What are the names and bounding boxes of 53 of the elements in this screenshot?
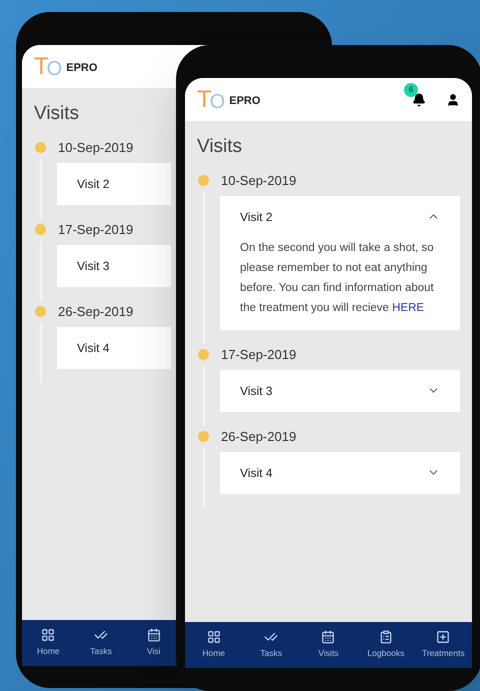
clipboard-icon [378, 630, 393, 644]
visit-date: 17-Sep-2019 [58, 220, 134, 239]
visit-card[interactable]: Visit 2 [57, 162, 171, 204]
nav-label: Tasks [260, 647, 282, 660]
calendar-icon [146, 628, 161, 642]
here-link[interactable]: HERE [392, 302, 424, 314]
notification-badge: 6 [404, 82, 418, 96]
visit-date: 26-Sep-2019 [221, 428, 296, 446]
page-title: Visits [197, 135, 242, 159]
nav-item[interactable]: Tasks [74, 620, 128, 666]
visit-title: Visit 3 [240, 382, 272, 400]
visit-title: Visit 2 [77, 176, 110, 192]
logo-letter: O [210, 92, 226, 112]
nav-label: Visi [146, 645, 160, 658]
nav-label: Treatments [422, 647, 465, 660]
nav-label: Logbooks [367, 647, 404, 660]
visit-card[interactable]: Visit 4 [220, 452, 460, 494]
nav-item[interactable]: Visits [300, 622, 358, 668]
visit-description: On the second you will take a shot, so please remember to not eat anything before. You can find information about the treatment you will recieve HERE [240, 240, 435, 316]
nav-label: Home [36, 645, 60, 658]
grid-icon [206, 630, 221, 644]
logo-letter: O [46, 58, 62, 78]
logo-letter: T [197, 88, 212, 112]
calendar-icon [321, 630, 336, 644]
page-title: Visits [34, 102, 80, 126]
nav-label: Visits [318, 647, 339, 660]
plus-square-icon [436, 630, 450, 644]
logo-letter: T [34, 54, 49, 78]
app-name: EPRO [229, 94, 260, 109]
visit-date: 26-Sep-2019 [58, 302, 134, 321]
nav-item[interactable]: Tasks [242, 622, 300, 668]
visit-title: Visit 3 [77, 258, 110, 274]
visit-card[interactable]: Visit 3 [220, 370, 460, 412]
nav-item[interactable]: Treatments [414, 622, 472, 668]
nav-item[interactable]: Visi [127, 620, 180, 666]
notification-bell-icon[interactable] [412, 92, 426, 106]
visit-title: Visit 4 [77, 340, 110, 356]
nav-item[interactable]: Home [185, 622, 242, 668]
grid-icon [41, 628, 56, 642]
nav-label: Tasks [90, 645, 112, 658]
visit-card[interactable]: Visit 4 [57, 326, 171, 368]
visit-card[interactable]: Visit 3 [57, 244, 171, 286]
nav-item[interactable]: Home [22, 620, 75, 666]
app-name: EPRO [66, 61, 98, 76]
nav-item[interactable]: Logbooks [357, 622, 415, 668]
visit-card[interactable]: Visit 2 On the second you will take a shot, so please remember to not eat anything before. You can find information about the treatment you will recieve HERE [220, 196, 460, 330]
visit-title: Visit 4 [240, 464, 272, 482]
visit-title: Visit 2 [240, 208, 272, 226]
user-icon[interactable] [446, 92, 460, 106]
nav-label: Home [202, 647, 226, 660]
visit-date: 10-Sep-2019 [58, 138, 134, 157]
visit-date: 17-Sep-2019 [221, 346, 296, 364]
visit-date: 10-Sep-2019 [221, 172, 296, 190]
